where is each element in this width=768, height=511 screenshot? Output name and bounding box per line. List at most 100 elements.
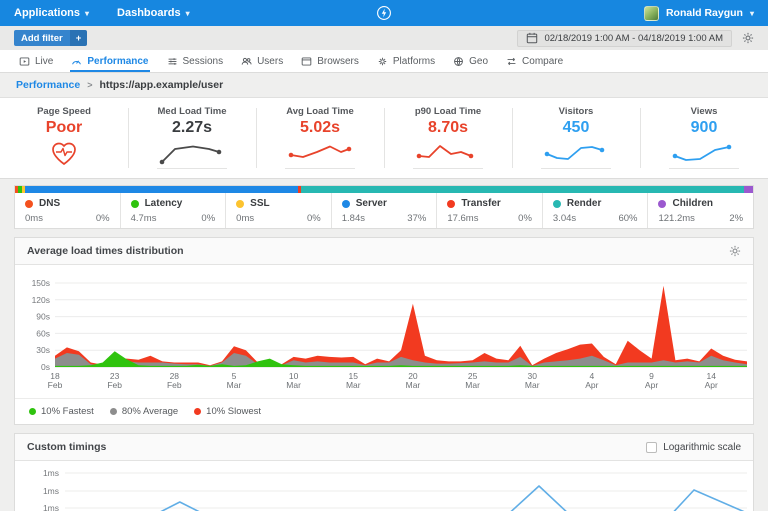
timing-legend-item: Latency 4.7ms 0% [120, 193, 226, 228]
add-filter-button[interactable]: Add filter + [14, 30, 87, 46]
svg-text:Mar: Mar [286, 380, 301, 390]
svg-text:30s: 30s [36, 345, 50, 355]
legend-color-dot [25, 200, 33, 208]
svg-text:Apr: Apr [645, 380, 658, 390]
timing-legend-item: Server 1.84s 37% [331, 193, 437, 228]
tab-label: Performance [87, 56, 148, 67]
applications-menu[interactable]: Applications ▾ [0, 0, 103, 26]
legend-color-dot [194, 408, 201, 415]
legend-color-dot [131, 200, 139, 208]
tab-label: Compare [522, 56, 563, 67]
timing-bar-segment-children [744, 186, 753, 193]
logarithmic-scale-checkbox[interactable] [646, 442, 657, 453]
tab-label: Sessions [183, 56, 224, 67]
tab-browsers[interactable]: Browsers [292, 50, 368, 72]
compare-arrows-icon [506, 56, 517, 67]
metric-label: p90 Load Time [415, 106, 481, 117]
svg-text:Mar: Mar [346, 380, 361, 390]
chevron-down-icon: ▾ [186, 9, 190, 18]
timing-percent: 0% [307, 213, 321, 224]
svg-text:Mar: Mar [406, 380, 421, 390]
legend-color-dot [553, 200, 561, 208]
timing-value: 0ms [236, 213, 254, 224]
metric-card-avg-load-time: Avg Load Time 5.02s [256, 98, 384, 178]
timing-percent: 0% [201, 213, 215, 224]
legend-color-dot [29, 408, 36, 415]
timing-bar-segment-render [301, 186, 744, 193]
avg-legend-item: 10% Slowest [194, 406, 261, 417]
browser-window-icon [301, 56, 312, 67]
svg-text:Mar: Mar [465, 380, 480, 390]
live-icon [19, 56, 30, 67]
svg-text:60s: 60s [36, 328, 50, 338]
avg-chart-legend: 10% Fastest 80% Average 10% Slowest [15, 398, 753, 424]
timing-value: 121.2ms [658, 213, 694, 224]
logarithmic-scale-label: Logarithmic scale [663, 442, 741, 453]
metric-card-views: Views 900 [640, 98, 768, 178]
timing-percent: 37% [407, 213, 426, 224]
settings-gear-icon[interactable] [742, 32, 754, 44]
sliders-icon [167, 56, 178, 67]
legend-color-dot [342, 200, 350, 208]
timing-legend-item: SSL 0ms 0% [225, 193, 331, 228]
metric-label: Views [691, 106, 718, 117]
dashboards-menu[interactable]: Dashboards ▾ [103, 0, 204, 26]
tab-performance[interactable]: Performance [62, 50, 157, 72]
svg-text:90s: 90s [36, 312, 50, 322]
timing-legend-item: Render 3.04s 60% [542, 193, 648, 228]
panel-title: Custom timings [27, 441, 106, 453]
user-menu[interactable]: Ronald Raygun ▾ [644, 6, 768, 21]
timing-percent: 0% [96, 213, 110, 224]
plus-icon: + [70, 30, 88, 46]
chevron-down-icon: ▾ [85, 9, 89, 18]
legend-color-dot [447, 200, 455, 208]
timing-name: Transfer [461, 198, 500, 209]
breadcrumb: Performance > https://app.example/user [0, 73, 768, 97]
metric-cards-row: Page Speed Poor Med Load Time 2.27s Avg … [0, 97, 768, 179]
legend-label: 80% Average [122, 406, 178, 417]
avg-load-chart: 0s30s60s90s120s150s18Feb23Feb28Feb5Mar10… [15, 267, 753, 393]
filter-bar: Add filter + 02/18/2019 1:00 AM - 04/18/… [0, 26, 768, 50]
users-icon [241, 56, 252, 67]
timing-name: Children [672, 198, 713, 209]
tab-bar: Live Performance Sessions Users Browsers… [0, 50, 768, 73]
tab-platforms[interactable]: Platforms [368, 50, 444, 72]
metric-card-p90-load-time: p90 Load Time 8.70s [384, 98, 512, 178]
tab-geo[interactable]: Geo [444, 50, 497, 72]
user-name: Ronald Raygun [666, 7, 743, 19]
top-nav: Applications ▾ Dashboards ▾ Ronald Raygu… [0, 0, 768, 26]
custom-timings-chart: 1ms1ms1ms [15, 463, 753, 511]
metric-card-med-load-time: Med Load Time 2.27s [128, 98, 256, 178]
metric-label: Page Speed [37, 106, 91, 117]
tab-sessions[interactable]: Sessions [158, 50, 233, 72]
tab-users[interactable]: Users [232, 50, 292, 72]
cog-icon [377, 56, 388, 67]
svg-text:1ms: 1ms [43, 486, 59, 496]
timing-value: 17.6ms [447, 213, 478, 224]
tab-live[interactable]: Live [10, 50, 62, 72]
timing-value: 1.84s [342, 213, 365, 224]
breadcrumb-performance-link[interactable]: Performance [16, 79, 80, 91]
metric-label: Visitors [559, 106, 594, 117]
calendar-icon [526, 32, 538, 44]
svg-text:120s: 120s [32, 295, 50, 305]
tab-label: Platforms [393, 56, 435, 67]
svg-text:Feb: Feb [48, 380, 63, 390]
breadcrumb-current-url: https://app.example/user [99, 79, 223, 91]
legend-color-dot [110, 408, 117, 415]
lightning-bolt-logo-icon[interactable] [376, 5, 392, 21]
svg-text:Apr: Apr [705, 380, 718, 390]
chevron-right-icon: > [87, 80, 92, 90]
metric-card-visitors: Visitors 450 [512, 98, 640, 178]
metric-value: 2.27s [172, 119, 212, 137]
tab-compare[interactable]: Compare [497, 50, 572, 72]
tab-label: Live [35, 56, 53, 67]
panel-settings-gear-icon[interactable] [729, 245, 741, 257]
svg-text:Feb: Feb [107, 380, 122, 390]
metric-value: 900 [691, 119, 718, 137]
date-range-picker[interactable]: 02/18/2019 1:00 AM - 04/18/2019 1:00 AM [517, 30, 732, 47]
timing-value: 3.04s [553, 213, 576, 224]
date-range-value: 02/18/2019 1:00 AM - 04/18/2019 1:00 AM [544, 33, 723, 44]
metric-value: 450 [563, 119, 590, 137]
metric-value: 5.02s [300, 119, 340, 137]
